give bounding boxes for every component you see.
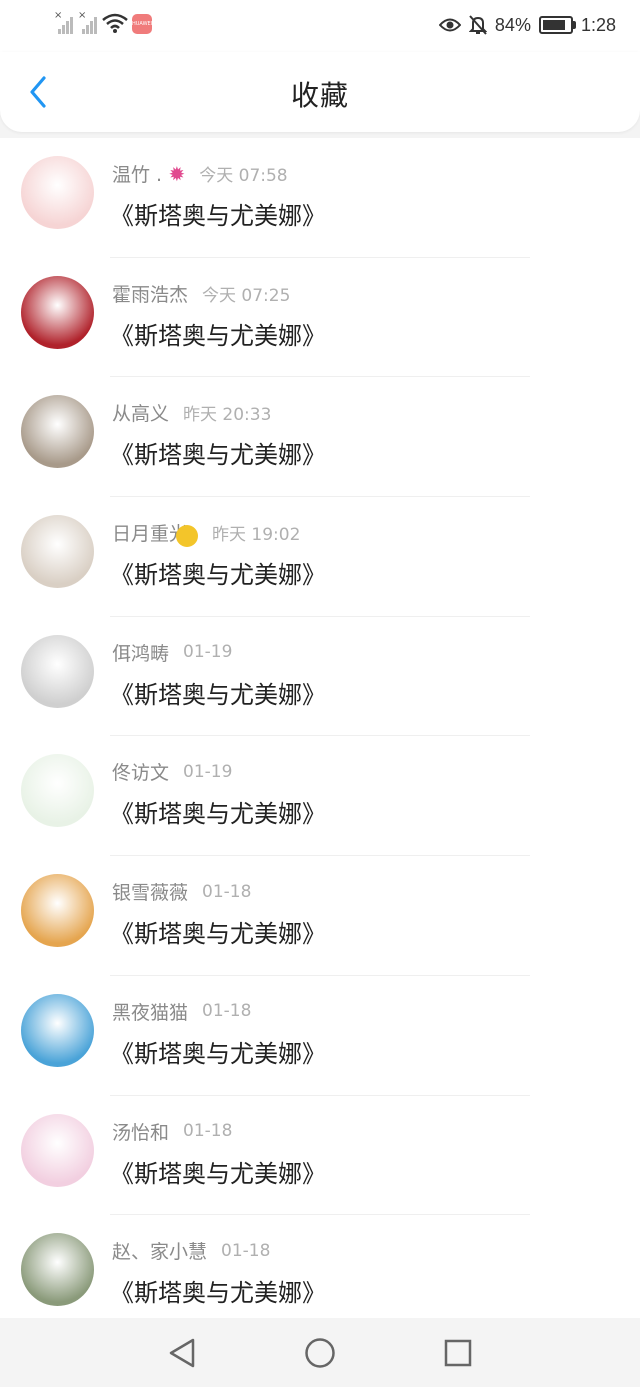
avatar[interactable] <box>21 275 94 349</box>
status-bar-left: × × HUAWEI <box>54 11 152 34</box>
item-meta: 赵、家小慧 01-18 <box>112 1237 270 1264</box>
wifi-icon <box>102 13 128 33</box>
favorite-title[interactable]: 《斯塔奥与尤美娜》 <box>110 316 326 351</box>
item-meta: 汤怡和 01-18 <box>112 1118 232 1145</box>
item-meta: 霍雨浩杰 今天 07:25 <box>112 280 290 307</box>
favorite-title[interactable]: 《斯塔奥与尤美娜》 <box>110 555 326 590</box>
user-name-wrap: 赵、家小慧 <box>112 1237 207 1264</box>
item-meta: 佟访文 01-19 <box>112 758 232 785</box>
list-item[interactable]: 汤怡和 01-18 《斯塔奥与尤美娜》 <box>0 1096 640 1216</box>
user-name-wrap: 霍雨浩杰 <box>112 280 188 307</box>
item-meta: 日月重光 昨天 19:02 <box>112 519 300 547</box>
item-meta: 黑夜猫猫 01-18 <box>112 998 251 1025</box>
user-name: 赵、家小慧 <box>112 1241 208 1264</box>
post-time: 今天 07:25 <box>202 285 291 306</box>
user-name: 汤怡和 <box>112 1121 170 1144</box>
moon-emoji-icon <box>176 524 199 547</box>
app-header: 收藏 <box>0 52 640 132</box>
avatar[interactable] <box>21 1113 94 1187</box>
app-notification-icon: HUAWEI <box>132 14 152 34</box>
avatar[interactable] <box>21 754 94 828</box>
list-item[interactable]: 霍雨浩杰 今天 07:25 《斯塔奥与尤美娜》 <box>0 258 640 378</box>
clock: 1:28 <box>580 14 616 35</box>
battery-percent: 84% <box>494 14 531 35</box>
avatar[interactable] <box>21 395 94 469</box>
favorite-title[interactable]: 《斯塔奥与尤美娜》 <box>110 914 326 949</box>
user-name: 银雪薇薇 <box>112 882 189 905</box>
post-time: 今天 07:58 <box>199 166 288 186</box>
user-name: 佟访文 <box>112 762 170 785</box>
square-recents-icon <box>444 1339 472 1366</box>
favorite-title[interactable]: 《斯塔奥与尤美娜》 <box>110 1034 326 1069</box>
favorite-title[interactable]: 《斯塔奥与尤美娜》 <box>110 675 326 710</box>
system-nav-bar <box>0 1318 640 1387</box>
signal-icon: × <box>78 11 98 34</box>
post-time: 01-18 <box>221 1240 271 1261</box>
avatar[interactable] <box>21 993 94 1067</box>
page-title: 收藏 <box>290 79 349 112</box>
user-name: 温竹 . <box>112 164 163 186</box>
avatar[interactable] <box>21 156 94 229</box>
user-name: 佴鸿畴 <box>112 642 170 665</box>
list-item[interactable]: 温竹 . ✹ 今天 07:58 《斯塔奥与尤美娜》 <box>0 138 640 258</box>
status-bar: × × HUAWEI 84% 1:28 <box>0 0 640 52</box>
user-name-wrap: 银雪薇薇 <box>112 878 188 905</box>
user-name-wrap: 佟访文 <box>112 758 169 785</box>
user-name: 黑夜猫猫 <box>112 1001 189 1024</box>
list-item[interactable]: 从高义 昨天 20:33 《斯塔奥与尤美娜》 <box>0 377 640 498</box>
favorite-title[interactable]: 《斯塔奥与尤美娜》 <box>110 1154 326 1189</box>
battery-icon <box>538 16 576 34</box>
list-item[interactable]: 佟访文 01-19 《斯塔奥与尤美娜》 <box>0 736 640 857</box>
avatar[interactable] <box>21 874 94 948</box>
post-time: 01-18 <box>183 1121 233 1141</box>
post-time: 01-18 <box>202 881 252 902</box>
battery-fill <box>542 20 565 30</box>
nav-recents-button[interactable] <box>438 1333 478 1373</box>
user-name: 从高义 <box>112 403 170 426</box>
avatar[interactable] <box>21 515 94 589</box>
octopus-emoji-icon: ✹ <box>162 162 186 186</box>
list-item[interactable]: 黑夜猫猫 01-18 《斯塔奥与尤美娜》 <box>0 976 640 1096</box>
post-time: 昨天 19:02 <box>212 525 301 546</box>
user-name-wrap: 日月重光 <box>112 519 199 547</box>
user-name-wrap: 黑夜猫猫 <box>112 998 188 1025</box>
eye-comfort-icon <box>438 18 461 32</box>
user-name-wrap: 从高义 <box>112 399 169 426</box>
user-name-wrap: 温竹 . ✹ <box>112 160 185 187</box>
list-item[interactable]: 银雪薇薇 01-18 《斯塔奥与尤美娜》 <box>0 856 640 976</box>
item-meta: 佴鸿畴 01-19 <box>112 639 232 666</box>
status-bar-right: 84% 1:28 <box>438 12 616 38</box>
nav-back-button[interactable] <box>162 1333 202 1373</box>
list-item[interactable]: 赵、家小慧 01-18 《斯塔奥与尤美娜》 <box>0 1215 640 1318</box>
signal-icon: × <box>54 11 74 34</box>
favorites-list: 温竹 . ✹ 今天 07:58 《斯塔奥与尤美娜》 霍雨浩杰 今天 07:25 《斯塔奥与… <box>0 138 640 1318</box>
triangle-back-icon <box>169 1338 195 1367</box>
item-meta: 温竹 . ✹ 今天 07:58 <box>112 160 288 187</box>
post-time: 01-18 <box>202 1001 252 1022</box>
user-name: 霍雨浩杰 <box>112 283 189 306</box>
favorite-title[interactable]: 《斯塔奥与尤美娜》 <box>110 435 326 470</box>
post-time: 昨天 20:33 <box>183 405 272 426</box>
list-item[interactable]: 日月重光 昨天 19:02 《斯塔奥与尤美娜》 <box>0 497 640 617</box>
post-time: 01-19 <box>183 642 233 663</box>
item-meta: 从高义 昨天 20:33 <box>112 399 271 426</box>
post-time: 01-19 <box>183 761 233 782</box>
list-item[interactable]: 佴鸿畴 01-19 《斯塔奥与尤美娜》 <box>0 617 640 737</box>
user-name-wrap: 佴鸿畴 <box>112 639 169 666</box>
favorite-title[interactable]: 《斯塔奥与尤美娜》 <box>110 1273 326 1308</box>
favorite-title[interactable]: 《斯塔奥与尤美娜》 <box>110 196 326 231</box>
bell-muted-icon <box>468 15 487 35</box>
item-meta: 银雪薇薇 01-18 <box>112 878 251 905</box>
circle-home-icon <box>305 1337 335 1368</box>
avatar[interactable] <box>21 634 94 708</box>
favorite-title[interactable]: 《斯塔奥与尤美娜》 <box>110 794 326 829</box>
avatar[interactable] <box>21 1233 94 1307</box>
nav-home-button[interactable] <box>300 1333 340 1373</box>
user-name-wrap: 汤怡和 <box>112 1118 169 1145</box>
